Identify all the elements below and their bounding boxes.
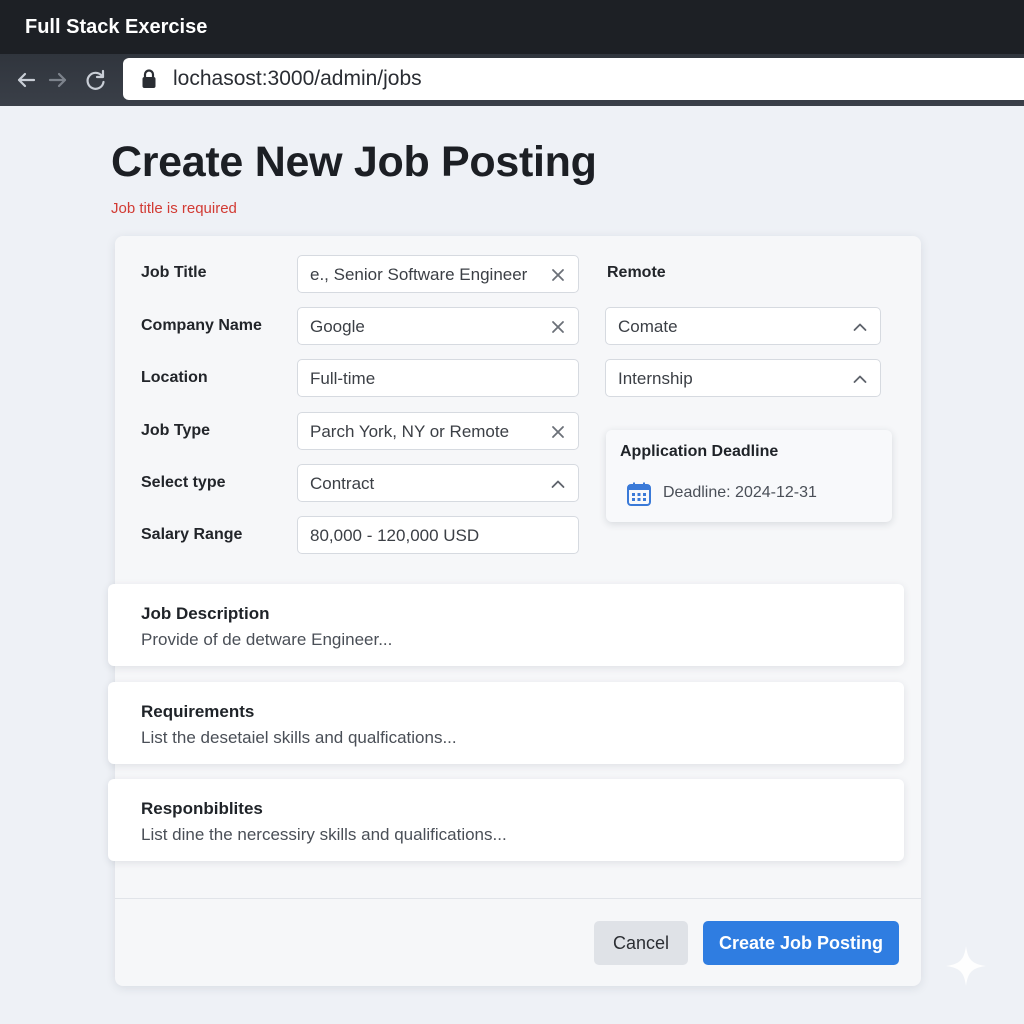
job-description-label: Job Description bbox=[141, 604, 270, 623]
location-label: Location bbox=[141, 369, 208, 386]
clear-icon[interactable] bbox=[550, 424, 566, 445]
reload-icon[interactable] bbox=[82, 66, 110, 94]
window-title: Full Stack Exercise bbox=[25, 16, 208, 38]
job-title-value: e., Senior Software Engineer bbox=[310, 265, 528, 284]
remote-dropdown[interactable]: Comate bbox=[605, 307, 881, 345]
deadline-value: Deadline: 2024-12-31 bbox=[663, 484, 817, 501]
address-bar[interactable]: lochasost:3000/admin/jobs bbox=[123, 58, 1024, 100]
remote-dropdown-value: Comate bbox=[618, 317, 678, 336]
job-description-placeholder: Provide of de detware Engineer... bbox=[141, 630, 393, 649]
browser-titlebar: Full Stack Exercise bbox=[0, 0, 1024, 54]
forward-arrow-icon[interactable] bbox=[44, 66, 72, 94]
create-job-posting-button[interactable]: Create Job Posting bbox=[703, 921, 899, 965]
responsibilities-label: Responbiblites bbox=[141, 799, 263, 818]
location-value: Full-time bbox=[310, 369, 376, 388]
select-type-dropdown[interactable]: Contract bbox=[297, 464, 579, 502]
deadline-title: Application Deadline bbox=[620, 443, 779, 460]
calendar-icon bbox=[626, 481, 652, 512]
company-name-label: Company Name bbox=[141, 317, 262, 334]
validation-error: Job title is required bbox=[111, 200, 237, 217]
salary-range-value: 80,000 - 120,000 USD bbox=[310, 526, 480, 545]
requirements-placeholder: List the desetaiel skills and qualficati… bbox=[141, 728, 457, 747]
location-input[interactable]: Full-time bbox=[297, 359, 579, 397]
select-type-label: Select type bbox=[141, 474, 226, 491]
chevron-up-icon bbox=[550, 476, 566, 497]
job-type-input[interactable]: Parch York, NY or Remote bbox=[297, 412, 579, 450]
job-description-textarea[interactable]: Job Description Provide of de detware En… bbox=[108, 584, 904, 666]
employment-type-value: Internship bbox=[618, 369, 693, 388]
select-type-value: Contract bbox=[310, 474, 375, 493]
requirements-label: Requirements bbox=[141, 702, 255, 721]
company-name-input[interactable]: Google bbox=[297, 307, 579, 345]
job-type-value: Parch York, NY or Remote bbox=[310, 422, 510, 441]
footer-divider bbox=[115, 898, 921, 899]
chevron-up-icon bbox=[852, 319, 868, 340]
clear-icon[interactable] bbox=[550, 319, 566, 340]
application-deadline-card[interactable]: Application Deadline Deadline: 2024-12-3… bbox=[606, 430, 892, 522]
responsibilities-textarea[interactable]: Responbiblites List dine the nercessiry … bbox=[108, 779, 904, 861]
company-name-value: Google bbox=[310, 317, 365, 336]
salary-range-input[interactable]: 80,000 - 120,000 USD bbox=[297, 516, 579, 554]
salary-range-label: Salary Range bbox=[141, 526, 243, 543]
sparkle-icon bbox=[944, 944, 988, 993]
cancel-button[interactable]: Cancel bbox=[594, 921, 688, 965]
employment-type-dropdown[interactable]: Internship bbox=[605, 359, 881, 397]
back-arrow-icon[interactable] bbox=[12, 66, 40, 94]
requirements-textarea[interactable]: Requirements List the desetaiel skills a… bbox=[108, 682, 904, 764]
url-text: lochasost:3000/admin/jobs bbox=[173, 67, 422, 90]
responsibilities-placeholder: List dine the nercessiry skills and qual… bbox=[141, 825, 507, 844]
page-title: Create New Job Posting bbox=[111, 138, 597, 186]
job-type-label: Job Type bbox=[141, 422, 211, 439]
remote-label: Remote bbox=[607, 264, 666, 281]
clear-icon[interactable] bbox=[550, 267, 566, 288]
lock-icon bbox=[141, 69, 157, 94]
job-title-label: Job Title bbox=[141, 264, 207, 281]
job-title-input[interactable]: e., Senior Software Engineer bbox=[297, 255, 579, 293]
chevron-up-icon bbox=[852, 371, 868, 392]
